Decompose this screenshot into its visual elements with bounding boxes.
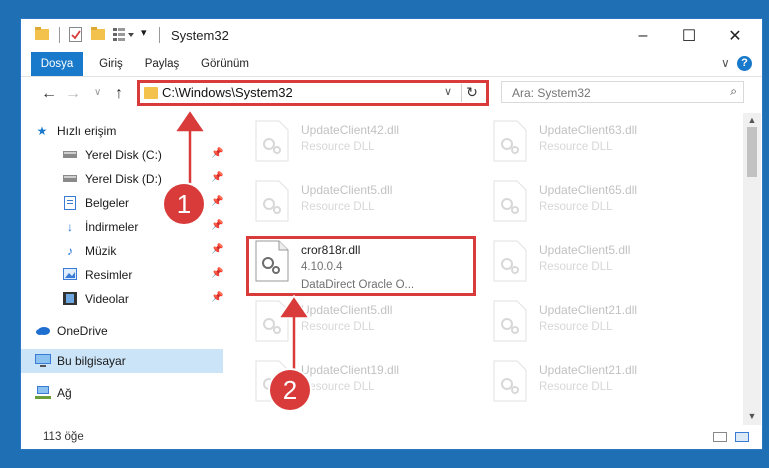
arrow-up-2 [277, 294, 311, 373]
arrow-up-1 [173, 108, 207, 189]
step-1-badge: 1 [164, 184, 204, 224]
step-2-badge: 2 [270, 370, 310, 410]
annotation-arrows [173, 108, 311, 373]
